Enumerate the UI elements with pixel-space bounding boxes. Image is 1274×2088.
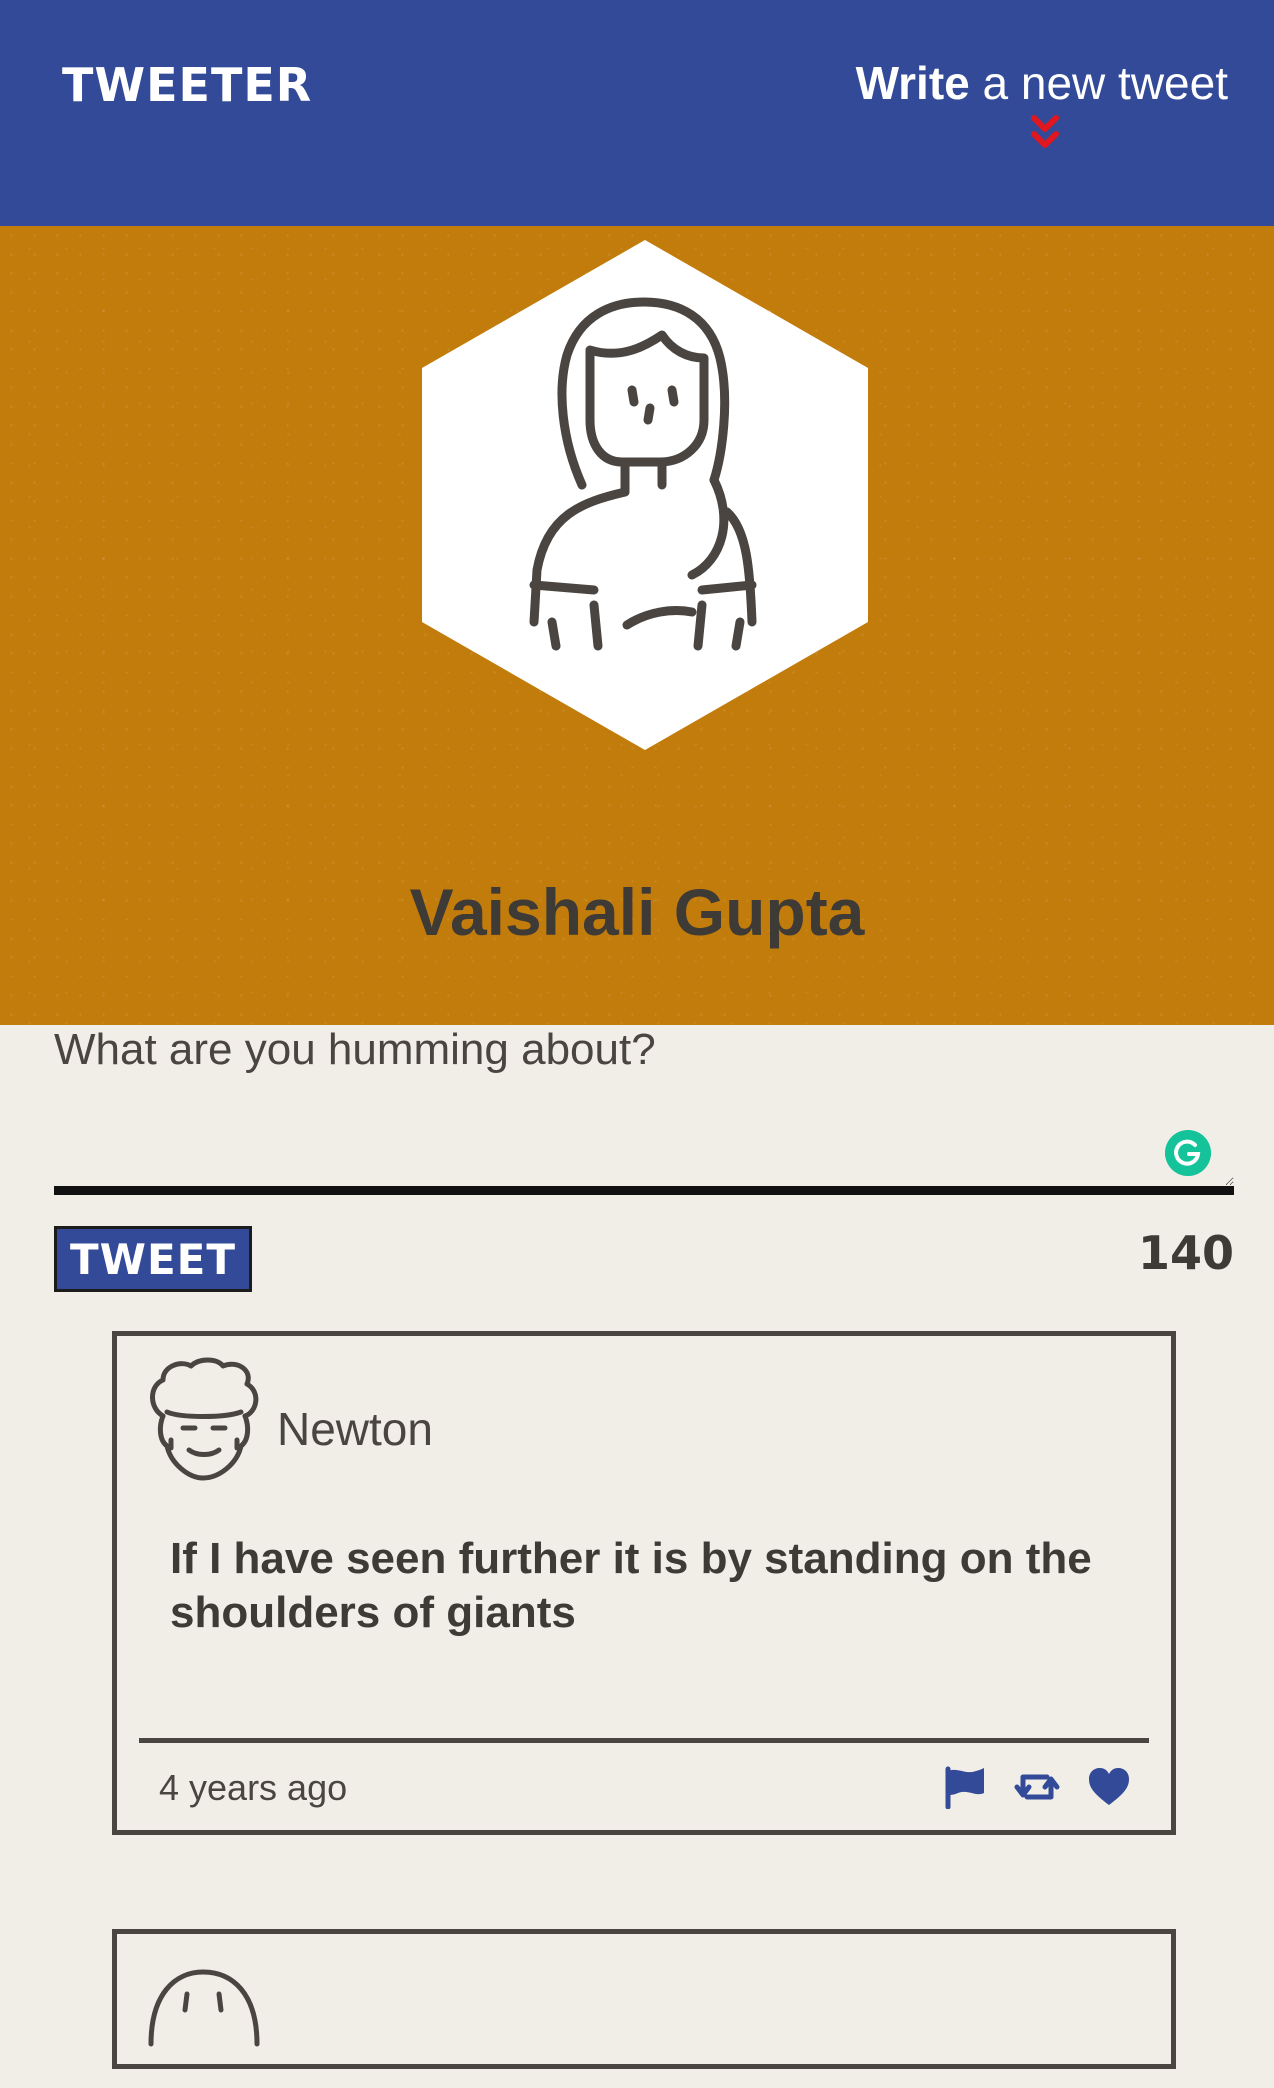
compose-toggle-light: a new tweet (969, 57, 1229, 109)
grammarly-icon[interactable] (1165, 1130, 1211, 1176)
compose-tweet-form: TWEET 140 (54, 1025, 1234, 1292)
character-counter: 140 (1137, 1226, 1234, 1280)
heart-icon[interactable] (1085, 1765, 1133, 1809)
avatar-icon (148, 1969, 260, 2047)
tweet-actions (920, 1765, 1133, 1809)
tweet-author[interactable]: Newton (277, 1402, 433, 1456)
top-nav: TWEETER Write a new tweet (0, 0, 1274, 226)
profile-header: Vaishali Gupta (0, 226, 1274, 1025)
profile-name: Vaishali Gupta (409, 875, 865, 949)
tweet-content: If I have seen further it is by standing… (170, 1534, 1092, 1637)
tweet-timestamp: 4 years ago (159, 1767, 348, 1808)
curly-hair-man-avatar-icon (150, 1357, 259, 1481)
compose-toggle-strong: Write (855, 57, 970, 109)
tweet-card: Newton If I have seen further it is by s… (112, 1331, 1176, 1835)
tweet-submit-button[interactable]: TWEET (54, 1226, 252, 1292)
profile-avatar (422, 240, 868, 750)
tweet-input[interactable] (54, 1025, 1234, 1195)
retweet-icon[interactable] (1013, 1765, 1061, 1809)
flag-icon[interactable] (940, 1765, 988, 1809)
double-chevron-down-icon (1030, 115, 1059, 148)
tweet-card (112, 1929, 1176, 2069)
tweet-footer: 4 years ago (139, 1738, 1149, 1828)
write-new-tweet-toggle[interactable]: Write a new tweet (855, 56, 1229, 148)
brand-logo[interactable]: TWEETER (62, 58, 312, 112)
